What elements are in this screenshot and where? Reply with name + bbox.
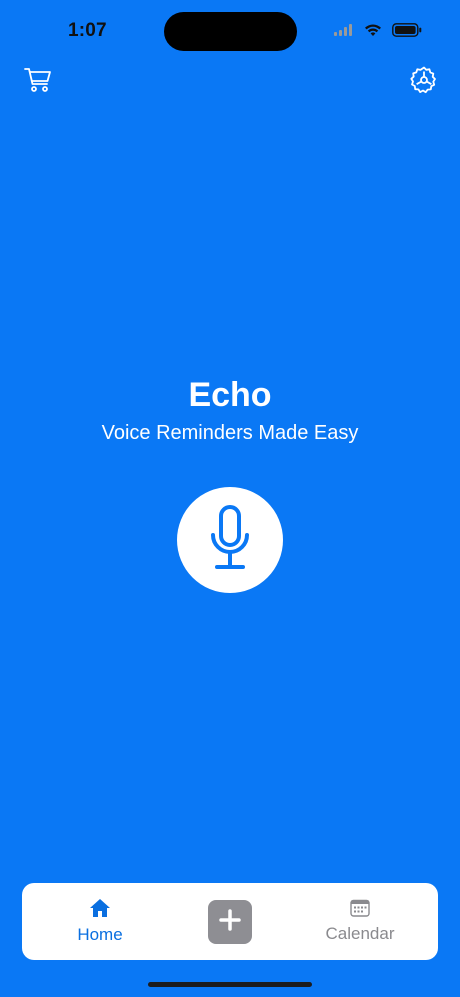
wifi-icon xyxy=(364,23,382,42)
calendar-icon xyxy=(350,899,370,922)
app-subtitle: Voice Reminders Made Easy xyxy=(101,422,359,444)
app-title: Echo xyxy=(188,376,272,414)
record-button[interactable] xyxy=(177,487,283,593)
battery-icon xyxy=(392,22,422,42)
status-indicators xyxy=(334,22,422,42)
cart-icon xyxy=(23,66,53,99)
cart-button[interactable] xyxy=(22,66,54,98)
home-indicator[interactable] xyxy=(148,982,312,987)
tab-bar: Home Calendar xyxy=(22,883,438,960)
tab-home-label: Home xyxy=(77,925,123,944)
house-icon xyxy=(89,898,111,923)
tab-calendar-label: Calendar xyxy=(325,924,395,943)
status-time: 1:07 xyxy=(68,20,107,41)
plus-icon xyxy=(218,908,242,937)
add-button[interactable] xyxy=(208,900,252,944)
settings-button[interactable] xyxy=(408,66,440,98)
gear-icon xyxy=(409,65,439,100)
tab-calendar[interactable]: Calendar xyxy=(318,883,402,960)
hero: Echo Voice Reminders Made Easy xyxy=(0,374,460,446)
tab-home[interactable]: Home xyxy=(62,883,138,960)
dynamic-island xyxy=(164,12,297,51)
cellular-signal-icon xyxy=(334,23,354,41)
microphone-icon xyxy=(210,504,250,576)
status-bar: 1:07 xyxy=(0,0,460,60)
